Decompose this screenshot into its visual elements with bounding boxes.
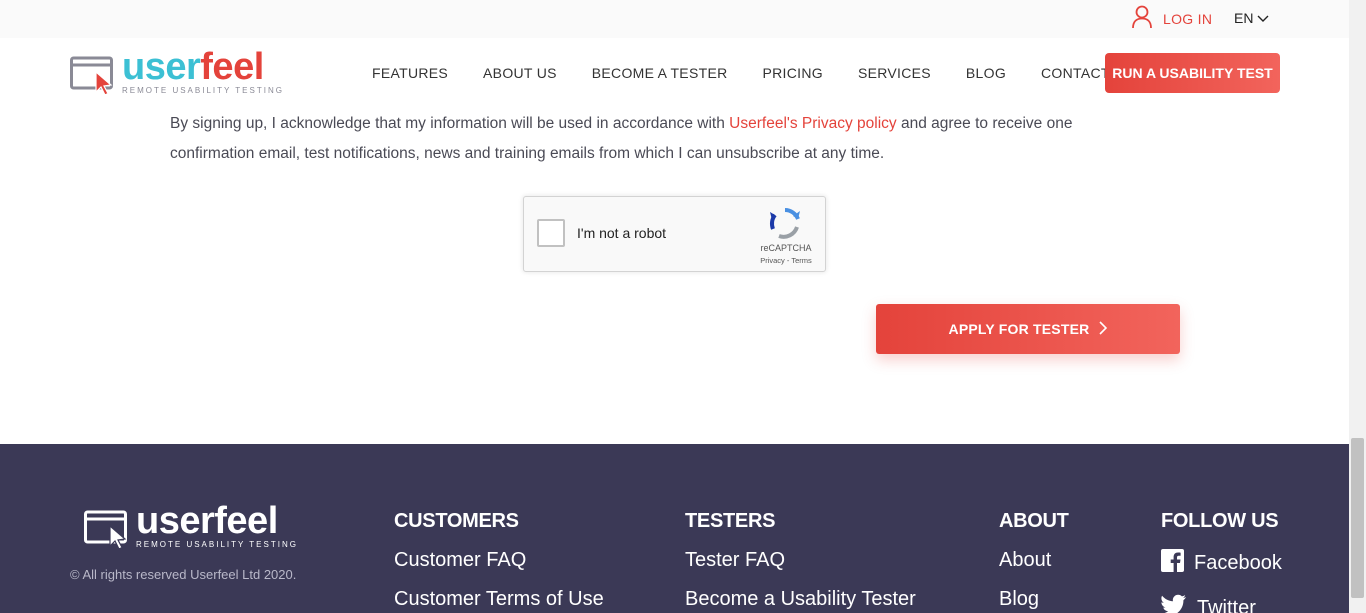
language-selector[interactable]: EN — [1234, 10, 1269, 26]
footer-link-facebook[interactable]: Facebook — [1161, 549, 1282, 578]
consent-text-before: By signing up, I acknowledge that my inf… — [170, 115, 730, 132]
footer-logo-wordmark: userfeel — [136, 500, 278, 542]
footer-link-about[interactable]: About — [999, 549, 1069, 572]
main-navbar: userfeel REMOTE USABILITY TESTING FEATUR… — [0, 38, 1349, 110]
nav-become-a-tester[interactable]: BECOME A TESTER — [592, 65, 728, 81]
recaptcha-widget: I'm not a robot reCAPTCHA Privacy - Term… — [523, 196, 826, 272]
language-label: EN — [1234, 10, 1254, 26]
apply-for-tester-button[interactable]: APPLY FOR TESTER — [876, 304, 1180, 354]
nav-about-us[interactable]: ABOUT US — [483, 65, 557, 81]
browser-cursor-icon — [84, 504, 130, 553]
footer-logo-tagline: REMOTE USABILITY TESTING — [136, 540, 298, 549]
chevron-right-icon — [1099, 320, 1108, 338]
facebook-icon — [1161, 549, 1184, 578]
scrollbar-thumb[interactable] — [1351, 438, 1364, 598]
nav-blog[interactable]: BLOG — [966, 65, 1006, 81]
apply-button-label: APPLY FOR TESTER — [948, 321, 1090, 337]
footer-link-tester-faq[interactable]: Tester FAQ — [685, 549, 916, 572]
footer-link-customer-faq[interactable]: Customer FAQ — [394, 549, 604, 572]
footer-link-become-tester[interactable]: Become a Usability Tester — [685, 588, 916, 611]
top-utility-bar: LOG IN EN — [0, 0, 1349, 38]
footer-column-testers: TESTERS Tester FAQ Become a Usability Te… — [685, 510, 916, 613]
browser-cursor-icon — [70, 50, 116, 99]
userfeel-logo[interactable]: userfeel REMOTE USABILITY TESTING — [70, 48, 284, 99]
recaptcha-checkbox[interactable] — [537, 219, 565, 247]
recaptcha-brand: reCAPTCHA — [760, 243, 812, 253]
nav-services[interactable]: SERVICES — [858, 65, 931, 81]
logo-wordmark: userfeel — [122, 48, 284, 86]
recaptcha-logo-icon — [767, 207, 803, 241]
footer-link-twitter[interactable]: Twitter — [1161, 594, 1282, 613]
site-footer: userfeel REMOTE USABILITY TESTING © All … — [0, 444, 1349, 613]
footer-column-title: CUSTOMERS — [394, 510, 519, 532]
footer-link-customer-terms[interactable]: Customer Terms of Use — [394, 588, 604, 611]
facebook-label: Facebook — [1194, 552, 1282, 574]
run-usability-test-button[interactable]: RUN A USABILITY TEST — [1105, 53, 1280, 93]
page-scrollbar[interactable] — [1349, 0, 1366, 613]
login-label: LOG IN — [1163, 11, 1213, 27]
logo-word-user: user — [122, 46, 201, 88]
signup-consent-text: By signing up, I acknowledge that my inf… — [170, 109, 1110, 169]
recaptcha-label: I'm not a robot — [577, 225, 667, 241]
logo-word-feel: feel — [200, 46, 264, 88]
login-link[interactable]: LOG IN — [1131, 5, 1213, 34]
recaptcha-terms-link[interactable]: Privacy - Terms — [756, 256, 816, 265]
page: LOG IN EN userfeel REMOTE USABILITY TEST… — [0, 0, 1366, 613]
nav-links: FEATURES ABOUT US BECOME A TESTER PRICIN… — [372, 65, 1110, 81]
nav-contact[interactable]: CONTACT — [1041, 65, 1110, 81]
footer-column-title: ABOUT — [999, 510, 1069, 532]
user-icon — [1131, 5, 1153, 34]
footer-column-title: TESTERS — [685, 510, 776, 532]
privacy-policy-link[interactable]: Userfeel's Privacy policy — [729, 115, 896, 132]
footer-column-follow-us: FOLLOW US Facebook Twitter — [1161, 510, 1282, 613]
copyright-text: © All rights reserved Userfeel Ltd 2020. — [70, 567, 297, 582]
twitter-label: Twitter — [1197, 596, 1256, 613]
chevron-down-icon — [1257, 10, 1269, 26]
footer-logo[interactable]: userfeel REMOTE USABILITY TESTING — [84, 500, 298, 553]
footer-link-blog[interactable]: Blog — [999, 588, 1069, 611]
footer-column-customers: CUSTOMERS Customer FAQ Customer Terms of… — [394, 510, 604, 613]
logo-tagline: REMOTE USABILITY TESTING — [122, 86, 284, 95]
nav-features[interactable]: FEATURES — [372, 65, 448, 81]
twitter-icon — [1161, 594, 1187, 613]
footer-column-title: FOLLOW US — [1161, 510, 1279, 532]
footer-column-about: ABOUT About Blog — [999, 510, 1069, 613]
nav-pricing[interactable]: PRICING — [763, 65, 823, 81]
